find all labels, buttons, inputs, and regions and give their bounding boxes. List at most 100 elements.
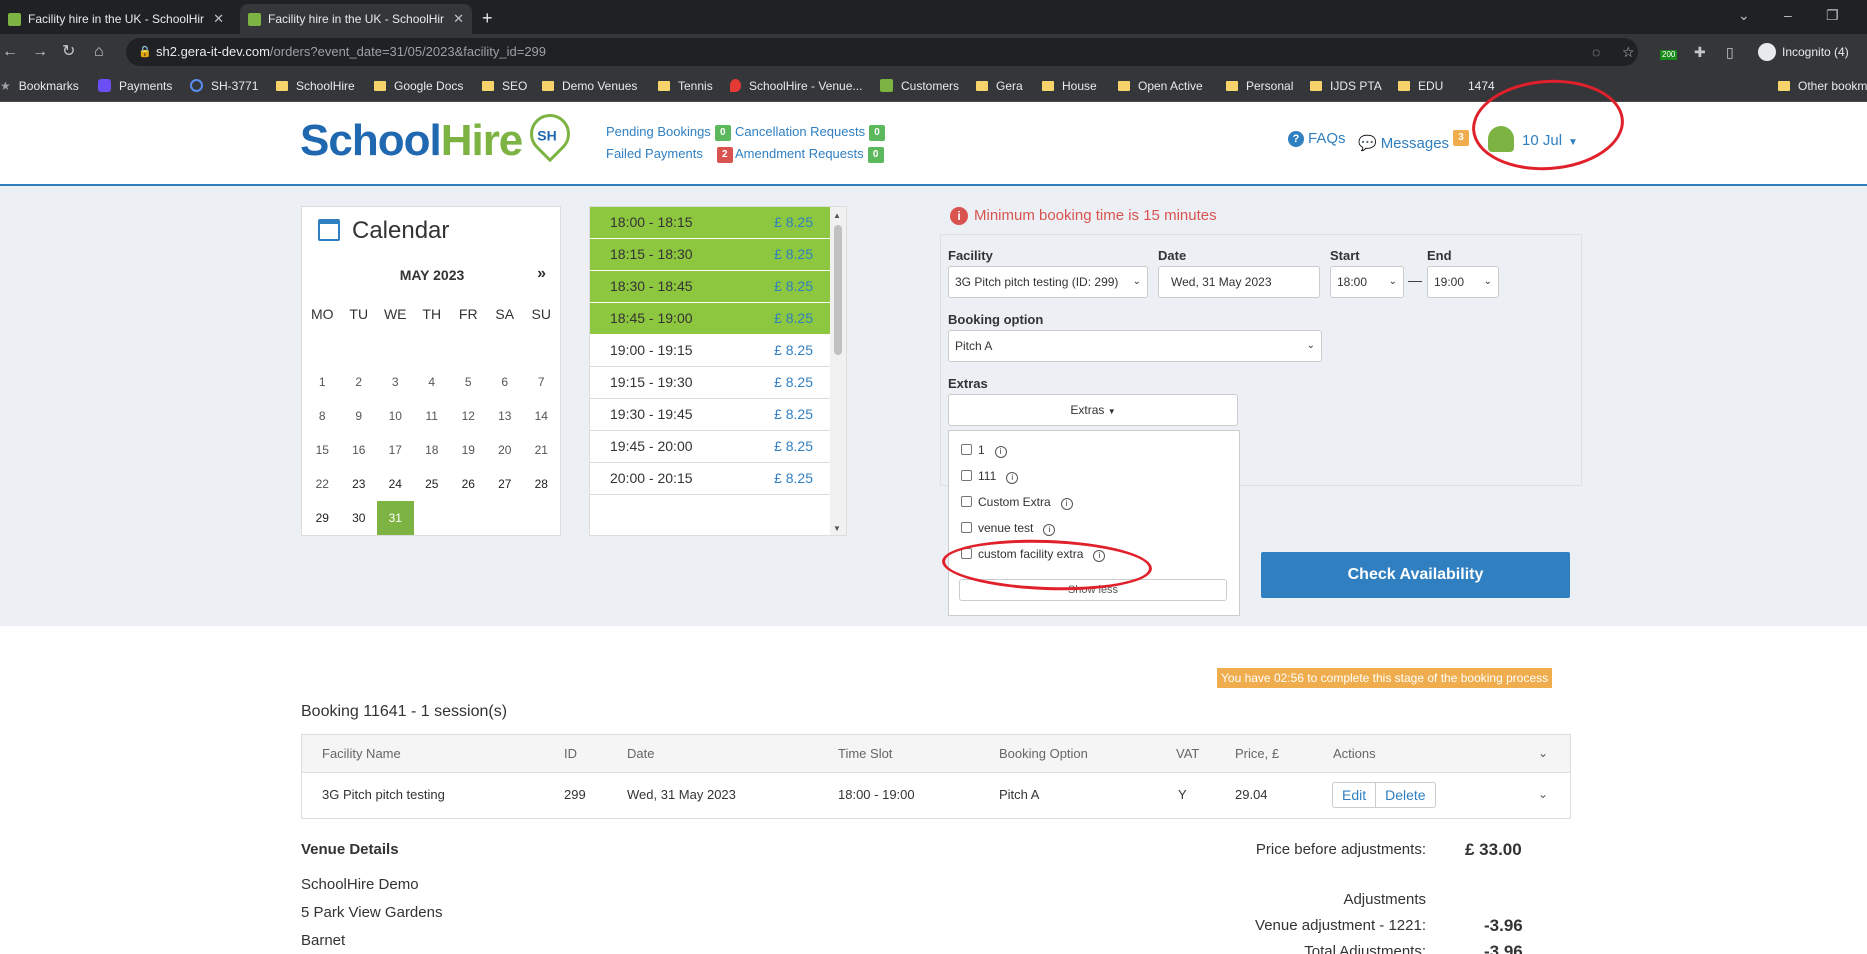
close-tab-icon[interactable]: ✕: [213, 4, 224, 34]
calendar-day[interactable]: 3: [377, 365, 414, 399]
minimize-icon[interactable]: –: [1784, 0, 1792, 30]
reload-icon[interactable]: ↻: [62, 34, 75, 70]
calendar-day[interactable]: 28: [523, 467, 560, 501]
info-icon[interactable]: i: [1043, 524, 1056, 536]
browser-tab[interactable]: Facility hire in the UK - SchoolHir ✕: [0, 4, 232, 34]
calendar-day[interactable]: 21: [523, 433, 560, 467]
time-slot-selected[interactable]: 18:15 - 18:30 £ 8.25: [590, 239, 831, 271]
calendar-day[interactable]: 4: [414, 365, 451, 399]
extension-badge-icon[interactable]: 200: [1660, 34, 1678, 70]
calendar-day[interactable]: 1: [304, 365, 341, 399]
amendment-requests-link[interactable]: Amendment Requests 0: [735, 146, 884, 163]
extra-option[interactable]: Custom Extra i: [961, 495, 1073, 510]
scrollbar-thumb[interactable]: [834, 225, 842, 355]
check-availability-button[interactable]: Check Availability: [1261, 552, 1570, 598]
bookmark-item[interactable]: SEO: [482, 70, 527, 102]
extra-checkbox[interactable]: [961, 470, 972, 481]
faqs-link[interactable]: ? FAQs: [1288, 130, 1346, 147]
star-icon[interactable]: ☆: [1622, 34, 1635, 70]
delete-button[interactable]: Delete: [1375, 783, 1434, 807]
time-slot-selected[interactable]: 18:45 - 19:00 £ 8.25: [590, 303, 831, 335]
calendar-day[interactable]: 10: [377, 399, 414, 433]
messages-link[interactable]: 💬 Messages 3: [1358, 130, 1470, 152]
calendar-day[interactable]: 27: [487, 467, 524, 501]
incognito-indicator[interactable]: Incognito (4): [1758, 40, 1849, 64]
home-icon[interactable]: ⌂: [94, 34, 104, 70]
close-tab-icon[interactable]: ✕: [453, 4, 464, 34]
bookmark-item[interactable]: House: [1042, 70, 1097, 102]
bookmark-item[interactable]: Personal: [1226, 70, 1293, 102]
calendar-day[interactable]: 23: [341, 467, 378, 501]
info-icon[interactable]: i: [1006, 472, 1019, 484]
calendar-day[interactable]: 29: [304, 501, 341, 535]
bookmark-item[interactable]: ★ Bookmarks: [0, 70, 79, 102]
extra-option[interactable]: 1i: [961, 443, 1007, 458]
bookmark-item[interactable]: Google Docs: [374, 70, 463, 102]
calendar-day[interactable]: 17: [377, 433, 414, 467]
calendar-day-selected[interactable]: 31: [377, 501, 414, 535]
calendar-day[interactable]: 11: [414, 399, 451, 433]
bookmark-item[interactable]: Open Active: [1118, 70, 1203, 102]
booking-option-select[interactable]: Pitch A ⌄: [948, 330, 1322, 362]
calendar-day[interactable]: 30: [341, 501, 378, 535]
scroll-down-icon[interactable]: ▼: [833, 524, 841, 533]
maximize-icon[interactable]: ❐: [1826, 0, 1839, 30]
tab-search-icon[interactable]: ⌄: [1738, 0, 1750, 30]
address-bar[interactable]: 🔒 sh2.gera-it-dev.com/orders?event_date=…: [126, 38, 1638, 66]
bookmark-item[interactable]: SchoolHire: [276, 70, 355, 102]
calendar-day[interactable]: 2: [341, 365, 378, 399]
calendar-day[interactable]: 19: [450, 433, 487, 467]
calendar-day[interactable]: 20: [487, 433, 524, 467]
calendar-day[interactable]: 15: [304, 433, 341, 467]
new-tab-icon[interactable]: +: [482, 4, 493, 32]
calendar-day[interactable]: 12: [450, 399, 487, 433]
extra-checkbox[interactable]: [961, 444, 972, 455]
calendar-day[interactable]: 18: [414, 433, 451, 467]
time-slot[interactable]: 19:45 - 20:00 £ 8.25: [590, 431, 831, 463]
calendar-day[interactable]: 22: [304, 467, 341, 501]
info-icon[interactable]: i: [994, 446, 1007, 458]
slots-scrollbar[interactable]: ▲ ▼: [830, 207, 846, 535]
extra-checkbox[interactable]: [961, 496, 972, 507]
time-slot[interactable]: 19:00 - 19:15 £ 8.25: [590, 335, 831, 367]
bookmark-item[interactable]: SchoolHire - Venue...: [730, 70, 862, 102]
time-slot-selected[interactable]: 18:00 - 18:15 £ 8.25: [590, 207, 831, 239]
start-time-select[interactable]: 18:00 ⌄: [1330, 266, 1404, 298]
calendar-day[interactable]: 14: [523, 399, 560, 433]
failed-payments-link[interactable]: Failed Payments 2: [606, 146, 733, 163]
bookmark-item[interactable]: Tennis: [658, 70, 713, 102]
calendar-day[interactable]: 26: [450, 467, 487, 501]
bookmark-item[interactable]: Other bookm: [1778, 70, 1867, 102]
bookmark-item[interactable]: EDU: [1398, 70, 1443, 102]
calendar-day[interactable]: 25: [414, 467, 451, 501]
calendar-day[interactable]: 7: [523, 365, 560, 399]
extra-option[interactable]: 111 i: [961, 469, 1019, 484]
bookmark-item[interactable]: Gera: [976, 70, 1023, 102]
cancellation-requests-link[interactable]: Cancellation Requests 0: [735, 124, 886, 141]
time-slot-selected[interactable]: 18:30 - 18:45 £ 8.25: [590, 271, 831, 303]
bookmark-item[interactable]: IJDS PTA: [1310, 70, 1382, 102]
calendar-day[interactable]: 16: [341, 433, 378, 467]
info-icon[interactable]: i: [1060, 498, 1073, 510]
calendar-day[interactable]: 5: [450, 365, 487, 399]
bookmark-item[interactable]: Payments: [98, 70, 172, 102]
forward-icon[interactable]: →: [32, 34, 48, 70]
time-slot[interactable]: 19:30 - 19:45 £ 8.25: [590, 399, 831, 431]
time-slot[interactable]: 19:15 - 19:30 £ 8.25: [590, 367, 831, 399]
eye-off-icon[interactable]: ◌: [1592, 34, 1600, 70]
bookmark-item[interactable]: SH-3771: [190, 70, 258, 102]
date-input[interactable]: Wed, 31 May 2023: [1158, 266, 1320, 298]
time-slot[interactable]: 20:00 - 20:15 £ 8.25: [590, 463, 831, 495]
extra-checkbox[interactable]: [961, 522, 972, 533]
extra-option[interactable]: venue test i: [961, 521, 1056, 536]
expand-row-icon[interactable]: ⌄: [1538, 787, 1548, 801]
calendar-day[interactable]: 9: [341, 399, 378, 433]
bookmark-item[interactable]: Demo Venues: [542, 70, 637, 102]
edit-button[interactable]: Edit: [1333, 783, 1375, 807]
sidepanel-icon[interactable]: ▯: [1726, 34, 1734, 70]
calendar-day[interactable]: 24: [377, 467, 414, 501]
pending-bookings-link[interactable]: Pending Bookings 0: [606, 124, 731, 141]
calendar-day[interactable]: 13: [487, 399, 524, 433]
chevron-down-icon[interactable]: ⌄: [1538, 746, 1548, 760]
calendar-day[interactable]: 8: [304, 399, 341, 433]
